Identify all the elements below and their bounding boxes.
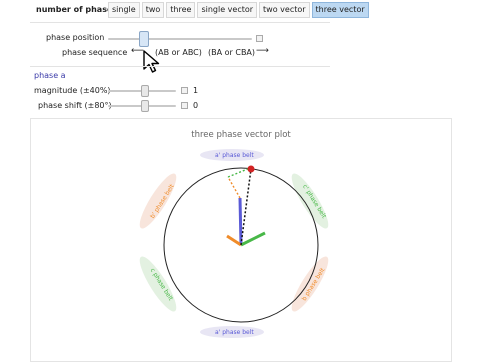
tab-three[interactable]: three xyxy=(166,2,196,18)
belt-a-top-label: a' phase belt xyxy=(215,152,254,159)
phase-position-slider-track[interactable] xyxy=(108,38,252,40)
phase-a-vector xyxy=(238,197,243,246)
sequence-right-arrow-icon[interactable]: ⟶ xyxy=(256,46,269,56)
sequence-option-cba[interactable]: (BA or CBA) xyxy=(208,48,255,57)
phase-shift-label: phase shift (±80°) xyxy=(38,101,112,110)
phase-a-title: phase a xyxy=(34,71,66,80)
phase-shift-expand-button[interactable] xyxy=(181,102,188,109)
tab-two[interactable]: two xyxy=(141,2,165,18)
magnitude-slider-thumb[interactable] xyxy=(141,85,149,97)
magnitude-value: 1 xyxy=(193,86,199,95)
phase-c-construction-line xyxy=(227,167,251,178)
resultant-vector xyxy=(240,168,252,246)
belt-a-bottom-label: a' phase belt xyxy=(215,329,254,336)
divider xyxy=(30,66,330,67)
resultant-marker[interactable] xyxy=(247,165,255,173)
divider xyxy=(30,22,330,23)
magnitude-label: magnitude (±40%) xyxy=(34,86,111,95)
phase-position-expand-button[interactable] xyxy=(256,35,263,42)
number-of-phases-label: number of phases xyxy=(36,5,118,14)
vector-plot-panel: three phase vector plot a' phase belt a'… xyxy=(30,118,452,362)
phase-sequence-label: phase sequence xyxy=(62,48,128,57)
tab-three-vector[interactable]: three vector xyxy=(311,2,369,18)
phase-shift-slider-thumb[interactable] xyxy=(141,100,149,112)
phase-position-label: phase position xyxy=(46,33,105,42)
phase-shift-value: 0 xyxy=(193,101,199,110)
phase-b-construction-line xyxy=(227,176,241,199)
tab-two-vector[interactable]: two vector xyxy=(259,2,310,18)
mouse-cursor-icon xyxy=(143,50,160,73)
sequence-option-abc[interactable]: (AB or ABC) xyxy=(155,48,202,57)
phase-b-vector xyxy=(226,234,242,247)
phase-c-vector xyxy=(240,231,266,247)
tab-single[interactable]: single xyxy=(108,2,140,18)
magnitude-expand-button[interactable] xyxy=(181,87,188,94)
tab-single-vector[interactable]: single vector xyxy=(197,2,258,18)
phase-position-slider-thumb[interactable] xyxy=(139,31,149,47)
phase-count-tabs: single two three single vector two vecto… xyxy=(108,2,369,18)
